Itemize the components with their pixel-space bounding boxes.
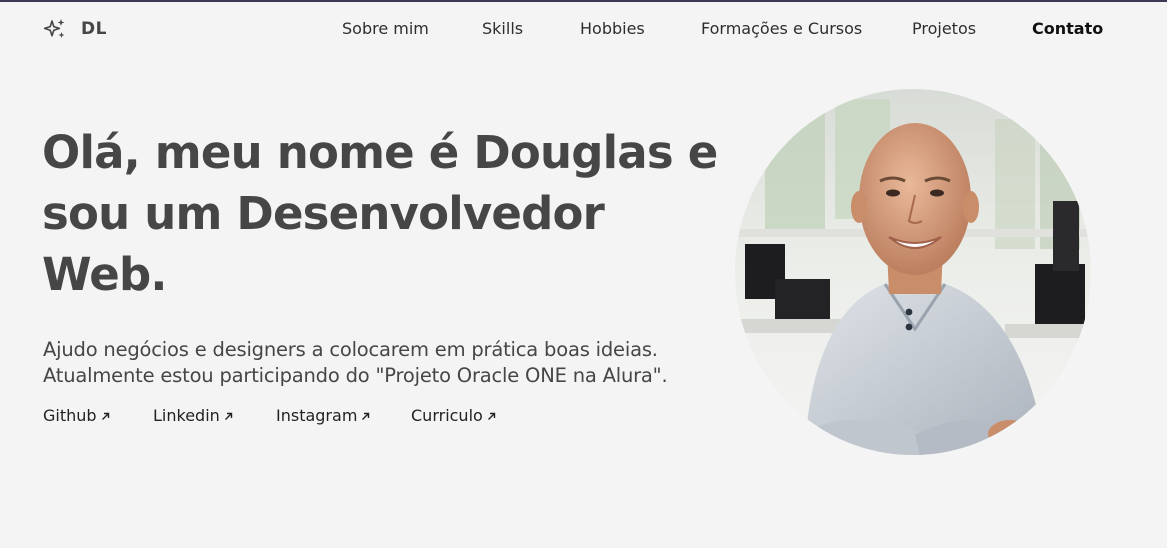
- nav-projetos[interactable]: Projetos: [912, 19, 976, 38]
- linkedin-link-label: Linkedin: [153, 406, 220, 425]
- nav-hobbies[interactable]: Hobbies: [580, 19, 645, 38]
- nav-contato[interactable]: Contato: [1032, 19, 1103, 38]
- site-header: DL Sobre mim Skills Hobbies Formações e …: [0, 2, 1167, 56]
- curriculo-link-label: Curriculo: [411, 406, 483, 425]
- main-nav: Sobre mim Skills Hobbies Formações e Cur…: [0, 19, 1167, 41]
- social-links: Github Linkedin Instagram Curriculo: [43, 406, 543, 428]
- arrow-up-right-icon: [101, 406, 110, 425]
- hero-title: Olá, meu nome é Douglas e sou um Desenvo…: [42, 126, 718, 301]
- instagram-link[interactable]: Instagram: [276, 406, 370, 425]
- arrow-up-right-icon: [487, 406, 496, 425]
- nav-sobre-mim[interactable]: Sobre mim: [342, 19, 429, 38]
- arrow-up-right-icon: [361, 406, 370, 425]
- hero-description: Ajudo negócios e designers a colocarem e…: [43, 337, 733, 389]
- hero-description-line-2: Atualmente estou participando do "Projet…: [43, 364, 668, 387]
- github-link[interactable]: Github: [43, 406, 110, 425]
- linkedin-link[interactable]: Linkedin: [153, 406, 233, 425]
- curriculo-link[interactable]: Curriculo: [411, 406, 496, 425]
- instagram-link-label: Instagram: [276, 406, 358, 425]
- nav-skills[interactable]: Skills: [482, 19, 523, 38]
- github-link-label: Github: [43, 406, 97, 425]
- profile-photo: [735, 89, 1091, 455]
- nav-formacoes-cursos[interactable]: Formações e Cursos: [701, 19, 862, 38]
- arrow-up-right-icon: [224, 406, 233, 425]
- hero-description-line-1: Ajudo negócios e designers a colocarem e…: [43, 338, 658, 361]
